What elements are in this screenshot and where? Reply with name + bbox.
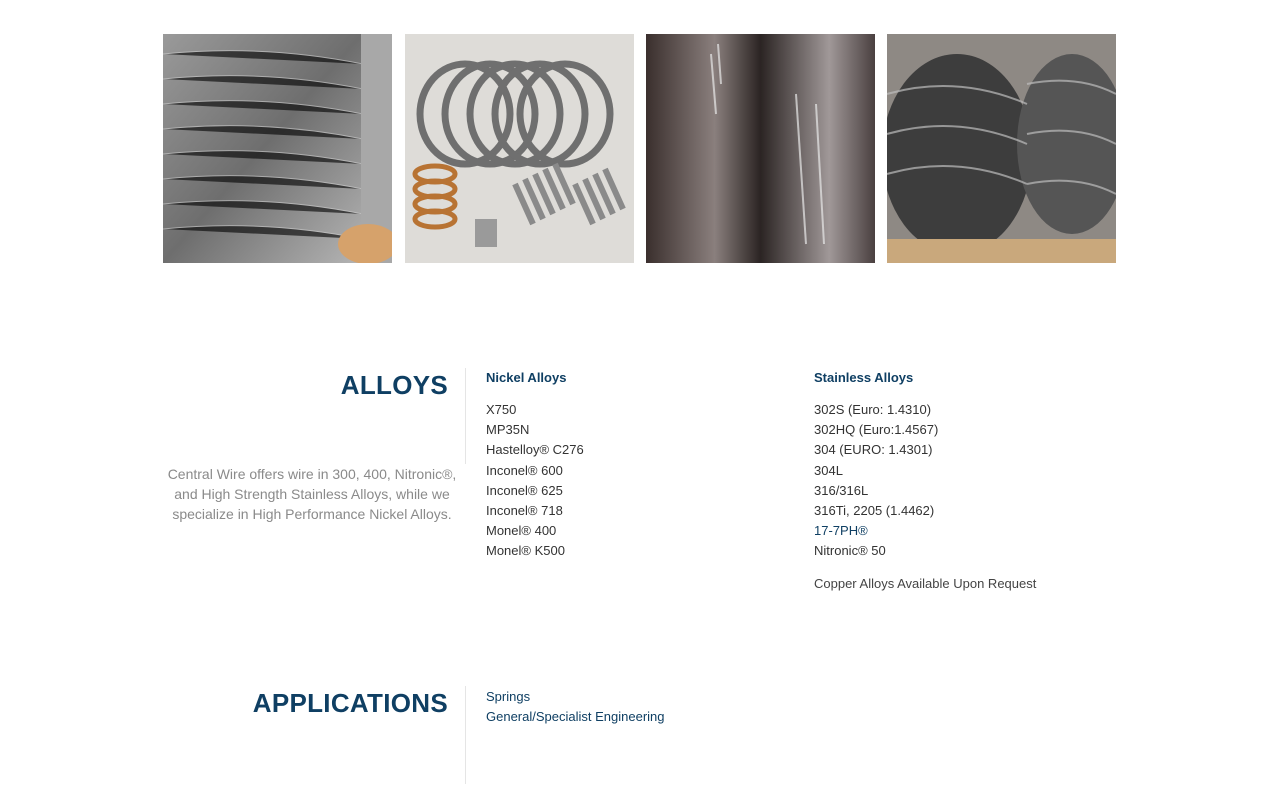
stainless-alloys-title: Stainless Alloys: [814, 370, 914, 385]
stainless-alloys-column: Stainless Alloys 302S (Euro: 1.4310) 302…: [814, 368, 1036, 594]
list-item: MP35N: [486, 422, 530, 438]
gallery-image-wire-pallets[interactable]: [887, 34, 1116, 263]
alloys-description: Central Wire offers wire in 300, 400, Ni…: [167, 466, 457, 522]
copper-alloys-note: Copper Alloys Available Upon Request: [814, 575, 1037, 591]
gallery-image-wire-coils[interactable]: [163, 34, 392, 263]
list-item: Monel® K500: [486, 543, 565, 559]
applications-divider: [465, 686, 466, 784]
list-item: Inconel® 600: [486, 462, 563, 478]
alloy-link-17-7ph[interactable]: 17-7PH®: [814, 521, 1036, 541]
alloys-heading: ALLOYS: [340, 370, 448, 400]
nickel-alloys-title: Nickel Alloys: [486, 370, 567, 385]
fine-wire-spool-image: [646, 34, 875, 263]
list-item: Inconel® 625: [486, 482, 563, 498]
applications-list: Springs General/Specialist Engineering: [486, 687, 665, 727]
list-item: Nitronic® 50: [814, 543, 886, 559]
list-item: 302S (Euro: 1.4310): [814, 402, 932, 417]
list-item: 304L: [814, 462, 843, 478]
list-item: 304 (EURO: 1.4301): [814, 442, 933, 458]
alloys-divider: [465, 368, 466, 464]
gallery-image-fine-wire[interactable]: [646, 34, 875, 263]
list-item: Hastelloy® C276: [486, 442, 584, 458]
application-link-springs[interactable]: Springs: [486, 687, 665, 707]
wire-coil-image: [163, 34, 392, 263]
list-item: Monel® 400: [486, 523, 557, 539]
list-item: X750: [486, 402, 517, 417]
nickel-alloys-list: X750 MP35N Hastelloy® C276 Inconel® 600 …: [486, 400, 584, 562]
gallery-image-springs[interactable]: [405, 34, 634, 263]
list-item: Inconel® 718: [486, 503, 563, 519]
application-link-engineering[interactable]: General/Specialist Engineering: [486, 707, 665, 727]
wire-pallet-image: [887, 34, 1116, 263]
list-item: 316/316L: [814, 482, 869, 498]
springs-image: [405, 34, 634, 263]
stainless-alloys-list: 302S (Euro: 1.4310) 302HQ (Euro:1.4567) …: [814, 400, 1036, 562]
nickel-alloys-column: Nickel Alloys X750 MP35N Hastelloy® C276…: [486, 368, 584, 562]
product-gallery: [163, 34, 1116, 263]
list-item: 316Ti, 2205 (1.4462): [814, 503, 935, 519]
applications-heading: APPLICATIONS: [252, 688, 448, 718]
list-item: 302HQ (Euro:1.4567): [814, 422, 939, 438]
